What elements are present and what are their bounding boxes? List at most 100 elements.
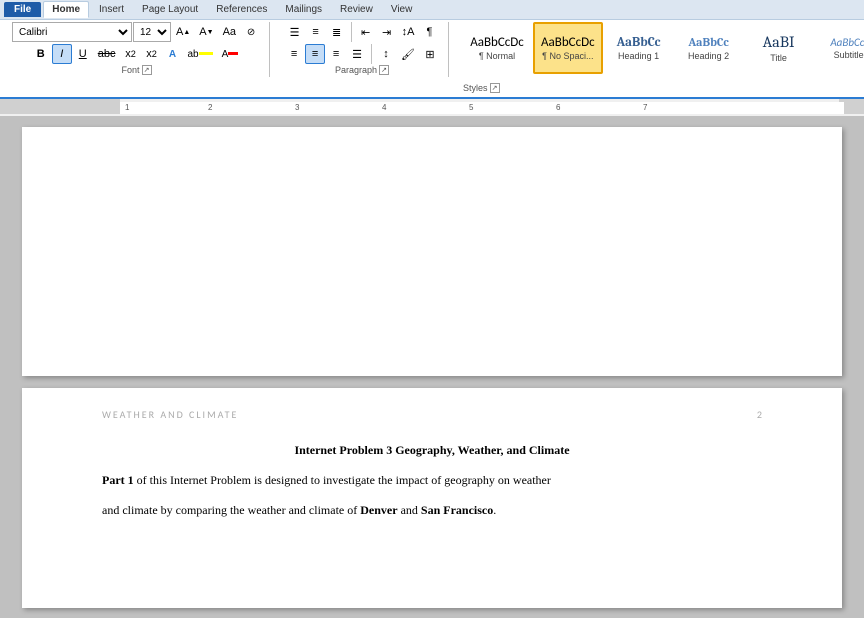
tab-view[interactable]: View [383, 2, 421, 17]
style-heading2[interactable]: AaBbCc Heading 2 [675, 22, 743, 74]
tab-references[interactable]: References [208, 2, 275, 17]
tab-review[interactable]: Review [332, 2, 381, 17]
change-case-button[interactable]: Aa [219, 22, 240, 42]
ruler-left-margin [0, 99, 120, 114]
font-controls-row1: Calibri Times New Roman Arial 1210111416… [12, 22, 261, 42]
body-sf-bold: San Francisco [421, 503, 493, 517]
tab-mailings[interactable]: Mailings [277, 2, 330, 17]
grow-font-button[interactable]: A▲ [172, 22, 194, 42]
styles-expand-icon[interactable]: ↗ [490, 83, 500, 93]
body-part1-bold: Part 1 [102, 473, 134, 487]
highlight-color-button[interactable]: ab [183, 44, 216, 64]
ruler-mark-6: 6 [556, 103, 560, 112]
ruler-mark-3: 3 [295, 103, 299, 112]
align-right-button[interactable]: ≡ [326, 44, 346, 64]
ruler: 1 2 3 4 5 6 7 [0, 99, 864, 117]
font-expand-icon[interactable]: ↗ [142, 65, 152, 75]
justify-button[interactable]: ☰ [347, 44, 367, 64]
ruler-inner: 1 2 3 4 5 6 7 [120, 102, 844, 114]
body-text2: and climate by comparing the weather and… [102, 503, 360, 517]
body-text4: . [493, 503, 496, 517]
line-spacing-button[interactable]: ↕ [376, 44, 396, 64]
ribbon-tabs: File Home Insert Page Layout References … [0, 0, 864, 20]
styles-section: AaBbCcDc ¶ Normal AaBbCcDc ¶ No Spaci...… [455, 22, 864, 95]
ruler-mark-4: 4 [382, 103, 386, 112]
shading-button[interactable]: 🖌 [397, 44, 419, 64]
sort-button[interactable]: ↕A [398, 22, 419, 42]
style-nospacing[interactable]: AaBbCcDc ¶ No Spaci... [533, 22, 603, 74]
font-color-button[interactable]: A [218, 44, 243, 64]
tab-insert[interactable]: Insert [91, 2, 132, 17]
style-heading2-label: Heading 2 [688, 51, 729, 61]
body-paragraph-1: Part 1 of this Internet Problem is desig… [102, 470, 762, 492]
tab-page-layout[interactable]: Page Layout [134, 2, 206, 17]
subscript-button[interactable]: x2 [120, 44, 140, 64]
page-2-header: WEATHER AND CLIMATE 2 [22, 388, 842, 429]
underline-button[interactable]: U [73, 44, 93, 64]
styles-row: AaBbCcDc ¶ Normal AaBbCcDc ¶ No Spaci...… [463, 22, 864, 82]
paragraph-expand-icon[interactable]: ↗ [379, 65, 389, 75]
bullets-button[interactable]: ☰ [285, 22, 305, 42]
paragraph-row2: ≡ ≡ ≡ ☰ ↕ 🖌 ⊞ [284, 44, 440, 64]
page-number: 2 [757, 408, 762, 421]
text-effect-button[interactable]: A [162, 44, 182, 64]
body-paragraph-2: and climate by comparing the weather and… [102, 500, 762, 522]
sep-para-1 [351, 22, 352, 42]
paragraph-section: ☰ ≡ ≣ ⇤ ⇥ ↕A ¶ ≡ ≡ ≡ ☰ ↕ 🖌 ⊞ Paragraph ↗ [276, 22, 449, 77]
sep-para-2 [371, 44, 372, 64]
borders-button[interactable]: ⊞ [420, 44, 440, 64]
font-controls-row2: B I U abc x2 x2 A ab A [31, 44, 243, 64]
page-1[interactable] [22, 127, 842, 376]
page-header-text: WEATHER AND CLIMATE [102, 408, 238, 421]
bold-button[interactable]: B [31, 44, 51, 64]
ruler-mark-5: 5 [469, 103, 473, 112]
page-2[interactable]: WEATHER AND CLIMATE 2 Internet Problem 3… [22, 388, 842, 608]
style-title-preview: AaBI [763, 33, 795, 52]
style-nospacing-label: ¶ No Spaci... [542, 51, 593, 61]
style-heading1-label: Heading 1 [618, 51, 659, 61]
paragraph-section-label: Paragraph ↗ [335, 65, 389, 75]
increase-indent-button[interactable]: ⇥ [377, 22, 397, 42]
numbering-button[interactable]: ≡ [306, 22, 326, 42]
shrink-font-button[interactable]: A▼ [195, 22, 217, 42]
style-heading2-preview: AaBbCc [688, 35, 729, 49]
paragraph-row1: ☰ ≡ ≣ ⇤ ⇥ ↕A ¶ [285, 22, 440, 42]
style-subtitle-preview: AaBbCcl [830, 36, 864, 49]
tab-file[interactable]: File [4, 2, 41, 17]
ruler-mark-7: 7 [643, 103, 647, 112]
font-family-select[interactable]: Calibri Times New Roman Arial [12, 22, 132, 42]
style-title-label: Title [770, 53, 787, 63]
ruler-mark-2: 2 [208, 103, 212, 112]
style-normal[interactable]: AaBbCcDc ¶ Normal [463, 22, 531, 74]
align-left-button[interactable]: ≡ [284, 44, 304, 64]
decrease-indent-button[interactable]: ⇤ [356, 22, 376, 42]
font-section-label: Font ↗ [122, 65, 152, 75]
ribbon-main: Calibri Times New Roman Arial 1210111416… [0, 20, 864, 99]
body-text1: of this Internet Problem is designed to … [134, 473, 551, 487]
document-body[interactable]: Part 1 of this Internet Problem is desig… [22, 470, 842, 521]
style-subtitle[interactable]: AaBbCcl Subtitle [815, 22, 864, 74]
ruler-mark-1: 1 [125, 103, 129, 112]
font-section: Calibri Times New Roman Arial 1210111416… [4, 22, 270, 77]
multilevel-list-button[interactable]: ≣ [327, 22, 347, 42]
superscript-button[interactable]: x2 [141, 44, 161, 64]
document-title: Internet Problem 3 Geography, Weather, a… [102, 443, 762, 458]
body-text3: and [398, 503, 421, 517]
style-heading1-preview: AaBbCc [617, 35, 661, 51]
style-subtitle-label: Subtitle [834, 50, 864, 60]
strikethrough-button[interactable]: abc [94, 44, 120, 64]
clear-formatting-button[interactable]: ⊘ [241, 22, 261, 42]
styles-section-label: Styles ↗ [463, 83, 500, 93]
document-area: WEATHER AND CLIMATE 2 Internet Problem 3… [0, 117, 864, 618]
style-title[interactable]: AaBI Title [745, 22, 813, 74]
align-center-button[interactable]: ≡ [305, 44, 325, 64]
body-denver-bold: Denver [360, 503, 397, 517]
show-marks-button[interactable]: ¶ [419, 22, 439, 42]
style-heading1[interactable]: AaBbCc Heading 1 [605, 22, 673, 74]
style-normal-preview: AaBbCcDc [470, 35, 524, 51]
tab-home[interactable]: Home [43, 1, 89, 18]
font-size-select[interactable]: 1210111416 [133, 22, 171, 42]
italic-button[interactable]: I [52, 44, 72, 64]
style-nospacing-preview: AaBbCcDc [541, 35, 595, 51]
style-normal-label: ¶ Normal [479, 51, 515, 61]
